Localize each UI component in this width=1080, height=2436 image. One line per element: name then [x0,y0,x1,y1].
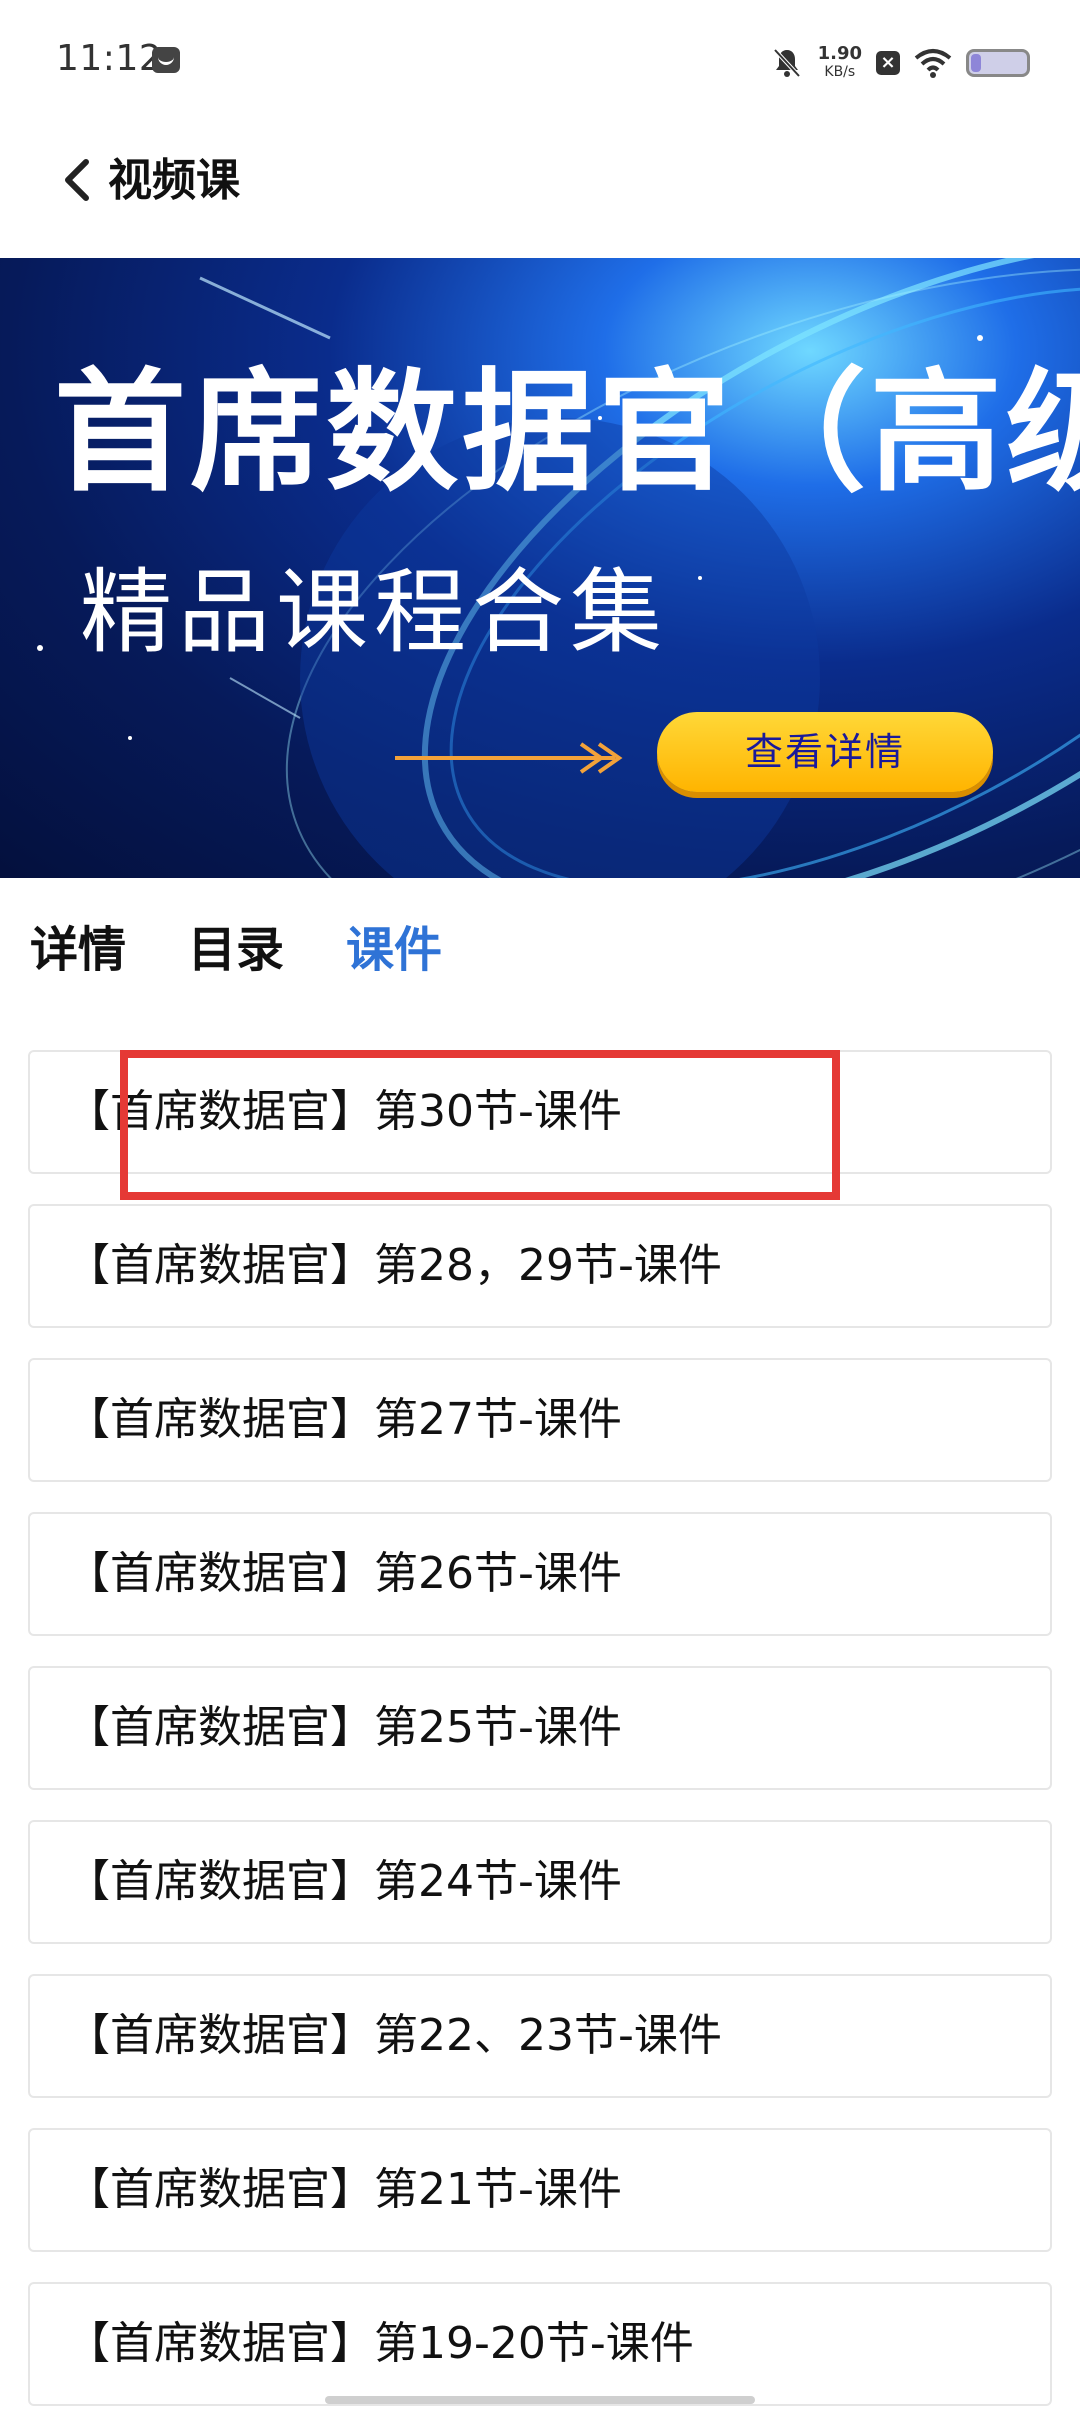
wifi-icon [914,49,952,78]
list-item[interactable]: 【首席数据官】第26节-课件 [28,1512,1052,1636]
network-speed: 1.90 KB/s [818,45,862,81]
course-banner[interactable]: 首席数据官（高级） 精品课程合集 查看详情 [0,258,1080,878]
back-arrow-icon[interactable] [50,150,110,210]
battery-icon [966,49,1030,77]
list-item[interactable]: 【首席数据官】第27节-课件 [28,1358,1052,1482]
tab-bar: 详情 目录 课件 [0,880,1080,1000]
banner-title: 首席数据官（高级） [54,356,1080,510]
list-item-label: 【首席数据官】第19-20节-课件 [66,2318,694,2369]
list-item-label: 【首席数据官】第28，29节-课件 [66,1240,722,1291]
status-icons: 1.90 KB/s × [770,38,1030,88]
list-item[interactable]: 【首席数据官】第22、23节-课件 [28,1974,1052,2098]
list-item[interactable]: 【首席数据官】第19-20节-课件 [28,2282,1052,2406]
list-item-label: 【首席数据官】第26节-课件 [66,1548,622,1599]
page-title: 视频课 [108,155,240,206]
home-indicator[interactable] [325,2396,755,2404]
battery-level [971,54,982,72]
status-bar: 11:12 1.90 KB/s × [0,0,1080,128]
status-time: 11:12 [56,38,163,79]
message-icon [152,47,180,73]
list-item-label: 【首席数据官】第21节-课件 [66,2164,622,2215]
list-item[interactable]: 【首席数据官】第24节-课件 [28,1820,1052,1944]
list-item-label: 【首席数据官】第27节-课件 [66,1394,622,1445]
mute-bell-icon [773,48,801,78]
tab-details[interactable]: 详情 [30,920,126,980]
speed-unit: KB/s [824,64,856,80]
list-item[interactable]: 【首席数据官】第25节-课件 [28,1666,1052,1790]
list-item[interactable]: 【首席数据官】第28，29节-课件 [28,1204,1052,1328]
tab-courseware[interactable]: 课件 [346,920,442,980]
list-item-label: 【首席数据官】第24节-课件 [66,1856,622,1907]
list-item[interactable]: 【首席数据官】第21节-课件 [28,2128,1052,2252]
courseware-list: 【首席数据官】第30节-课件 【首席数据官】第28，29节-课件 【首席数据官】… [28,1050,1052,2436]
list-item-label: 【首席数据官】第25节-课件 [66,1702,622,1753]
page-header: 视频课 [0,128,1080,258]
view-details-button[interactable]: 查看详情 [657,712,993,792]
close-box-icon: × [876,51,900,75]
arrow-right-icon [395,742,623,774]
speed-value: 1.90 [817,43,862,64]
banner-subtitle: 精品课程合集 [80,559,669,666]
highlight-box [120,1050,840,1200]
tab-catalog[interactable]: 目录 [188,920,284,980]
list-item-label: 【首席数据官】第22、23节-课件 [66,2010,722,2061]
